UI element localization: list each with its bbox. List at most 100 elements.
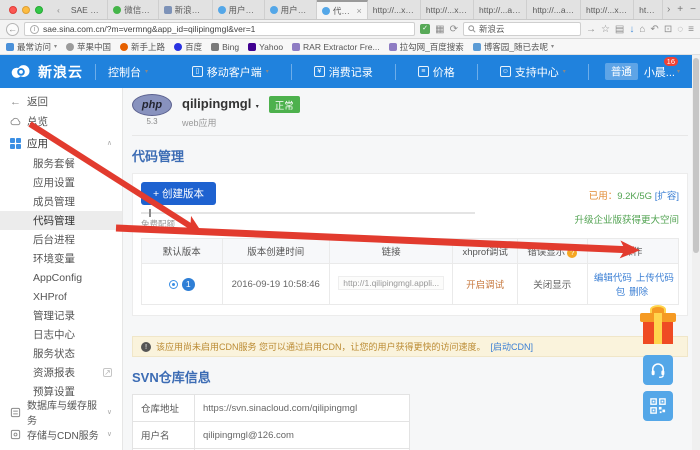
bookmark-getting-started[interactable]: 新手上路: [120, 41, 165, 53]
tab-overflow-icon[interactable]: ›: [667, 4, 670, 15]
search-input[interactable]: 新浪云: [462, 22, 581, 36]
external-link-icon: ↗: [103, 368, 112, 377]
tab-label: 用户中心 ...: [280, 4, 311, 15]
fullscreen-icon[interactable]: ⊡: [664, 24, 672, 35]
tab-api-php-1[interactable]: http://...api.php: [474, 0, 528, 19]
menu-icon[interactable]: ≡: [688, 24, 694, 35]
tab-xin-php-1[interactable]: http://...xin.php: [368, 0, 421, 19]
go-icon[interactable]: →: [586, 24, 596, 35]
sidebar-item-app-settings[interactable]: 应用设置: [0, 173, 122, 192]
item-label: 服务状态: [33, 348, 75, 360]
tab-code-management-active[interactable]: 代码管...×: [316, 0, 368, 19]
downloads-icon[interactable]: ↓: [629, 24, 634, 35]
bookmark-lagou[interactable]: 拉勾网_百度搜索: [388, 41, 464, 53]
tab-sinacloud-home[interactable]: 新浪云_首...: [159, 0, 213, 19]
bookmark-yahoo[interactable]: Yahoo: [248, 42, 283, 52]
bookmark-rar-extractor[interactable]: RAR Extractor Fre...: [292, 42, 380, 52]
customer-service-button[interactable]: [643, 355, 673, 385]
error-display-state[interactable]: 关闭显示: [516, 263, 588, 305]
reload-icon[interactable]: ⟳: [450, 24, 458, 35]
sidebar-item-xhprof[interactable]: XHProf: [0, 287, 122, 306]
sidebar-back-label: 返回: [27, 95, 48, 108]
bookmarks-icon[interactable]: ▤: [615, 24, 624, 35]
tab-partial[interactable]: http:...: [634, 0, 663, 19]
app-name[interactable]: qilipingmgl: [182, 96, 251, 111]
bookmark-bing[interactable]: Bing: [211, 42, 239, 52]
sidebar-item-management-records[interactable]: 管理记录: [0, 306, 122, 325]
info-icon[interactable]: i: [30, 24, 39, 34]
tab-api-php-2[interactable]: http://...api.php: [527, 0, 581, 19]
repo-address-value: https://svn.sinacloud.com/qilipingmgl: [194, 394, 410, 422]
star-icon[interactable]: ☆: [601, 24, 610, 35]
sidebar-group-app[interactable]: 应用 ∧: [0, 132, 122, 154]
sidebar-item-background-process[interactable]: 后台进程: [0, 230, 122, 249]
billing-label: 消费记录: [328, 66, 373, 79]
delete-version-link[interactable]: 删除: [629, 287, 648, 298]
tab-user-center-1[interactable]: 用户中心 ...: [213, 0, 265, 19]
mobile-client-menu[interactable]: ▯ 移动客户端 ▾: [182, 64, 279, 80]
create-version-button[interactable]: + 创建版本: [141, 182, 217, 205]
sidebar-item-member-management[interactable]: 成员管理: [0, 192, 122, 211]
chevron-down-icon[interactable]: ▾: [256, 104, 259, 110]
maximize-window-button[interactable]: [35, 5, 43, 14]
sidebar-item-overview[interactable]: 总览: [0, 110, 122, 132]
bookmark-cnblogs-folder[interactable]: 博客园_随已去呢 ▾: [472, 41, 554, 53]
quota-label: 免费配额: [141, 219, 176, 229]
sidebar-item-env-vars[interactable]: 环境变量: [0, 249, 122, 268]
support-center-menu[interactable]: ☺ 支持中心 ▾: [490, 64, 576, 80]
tab-user-center-2[interactable]: 用户中心 ...: [265, 0, 317, 19]
bookmark-most-visited[interactable]: 最常访问 ▾: [6, 41, 57, 53]
close-window-button[interactable]: [9, 5, 17, 14]
expand-quota-link[interactable]: [扩容]: [655, 191, 679, 202]
tab-sae-editor[interactable]: SAE Editor: [66, 0, 109, 19]
new-tab-button[interactable]: +: [677, 4, 683, 15]
scrollbar-thumb[interactable]: [693, 58, 699, 253]
tab-close-icon[interactable]: ×: [355, 6, 361, 16]
brand[interactable]: 新浪云: [10, 62, 83, 82]
upgrade-enterprise-link[interactable]: 升级企业版获得更大空间: [574, 212, 679, 226]
bookmark-apple-china[interactable]: 苹果中国: [66, 41, 111, 53]
tab-xin-php-3[interactable]: http://...xin.php: [581, 0, 635, 19]
mobile-client-label: 移动客户端: [206, 66, 262, 79]
gift-promo-icon[interactable]: [640, 305, 676, 345]
sidebar-item-service-plan[interactable]: 服务套餐: [0, 154, 122, 173]
minimize-window-button[interactable]: [22, 5, 30, 14]
bookmark-baidu[interactable]: 百度: [174, 41, 202, 53]
shield-icon[interactable]: ✓: [420, 24, 431, 34]
sidebar-group-database-cache[interactable]: 数据库与缓存服务 ∨: [0, 401, 122, 427]
console-menu[interactable]: 控制台 ▾: [108, 64, 148, 80]
user-menu[interactable]: 小晨... 16 ▾: [638, 56, 690, 80]
start-cdn-link[interactable]: [启动CDN]: [491, 340, 534, 353]
tab-scroll-left-icon[interactable]: ‹: [51, 0, 66, 19]
sidebar-item-code-management[interactable]: 代码管理: [0, 211, 122, 230]
help-question-icon[interactable]: ?: [567, 248, 578, 258]
addon-icon[interactable]: ▦: [435, 24, 444, 35]
back-icon[interactable]: ←: [6, 22, 19, 36]
edit-code-link[interactable]: 编辑代码: [594, 273, 632, 284]
sidebar-item-service-status[interactable]: 服务状态: [0, 344, 122, 363]
version-link[interactable]: http://1.qilipingmgl.appli...: [338, 275, 445, 290]
sidebar-group-storage-cdn[interactable]: 存储与CDN服务 ∨: [0, 423, 122, 445]
home-icon[interactable]: ⌂: [639, 24, 645, 35]
col-label: 错误显示: [527, 247, 566, 258]
default-version-radio[interactable]: [168, 279, 178, 289]
sidebar-item-log-center[interactable]: 日志中心: [0, 325, 122, 344]
profile-icon[interactable]: ◌: [677, 24, 683, 35]
address-input[interactable]: i sae.sina.com.cn/?m=vermng&app_id=qilip…: [24, 22, 416, 36]
sidebar-item-appconfig[interactable]: AppConfig: [0, 268, 122, 287]
sidebar-back[interactable]: ← 返回: [0, 88, 122, 110]
username-value: qilipingmgl@126.com: [194, 421, 410, 449]
tab-xin-php-2[interactable]: http://...xin.php: [421, 0, 474, 19]
item-label: 后台进程: [33, 234, 75, 246]
billing-link[interactable]: ¥ 消费记录: [304, 64, 383, 80]
pricing-link[interactable]: ≡ 价格: [408, 64, 465, 80]
notification-badge: 16: [663, 56, 678, 66]
firefox-icon: [120, 42, 129, 51]
history-icon[interactable]: ↶: [650, 24, 658, 35]
tab-wechat[interactable]: 微信公众...: [108, 0, 159, 19]
xhprof-toggle-link[interactable]: 开启调试: [466, 280, 504, 291]
qr-code-button[interactable]: [643, 391, 673, 421]
sidebar-item-resource-report[interactable]: 资源报表 ↗: [0, 363, 122, 382]
page-scrollbar[interactable]: [692, 55, 700, 450]
minimize-icon[interactable]: −: [690, 4, 696, 15]
